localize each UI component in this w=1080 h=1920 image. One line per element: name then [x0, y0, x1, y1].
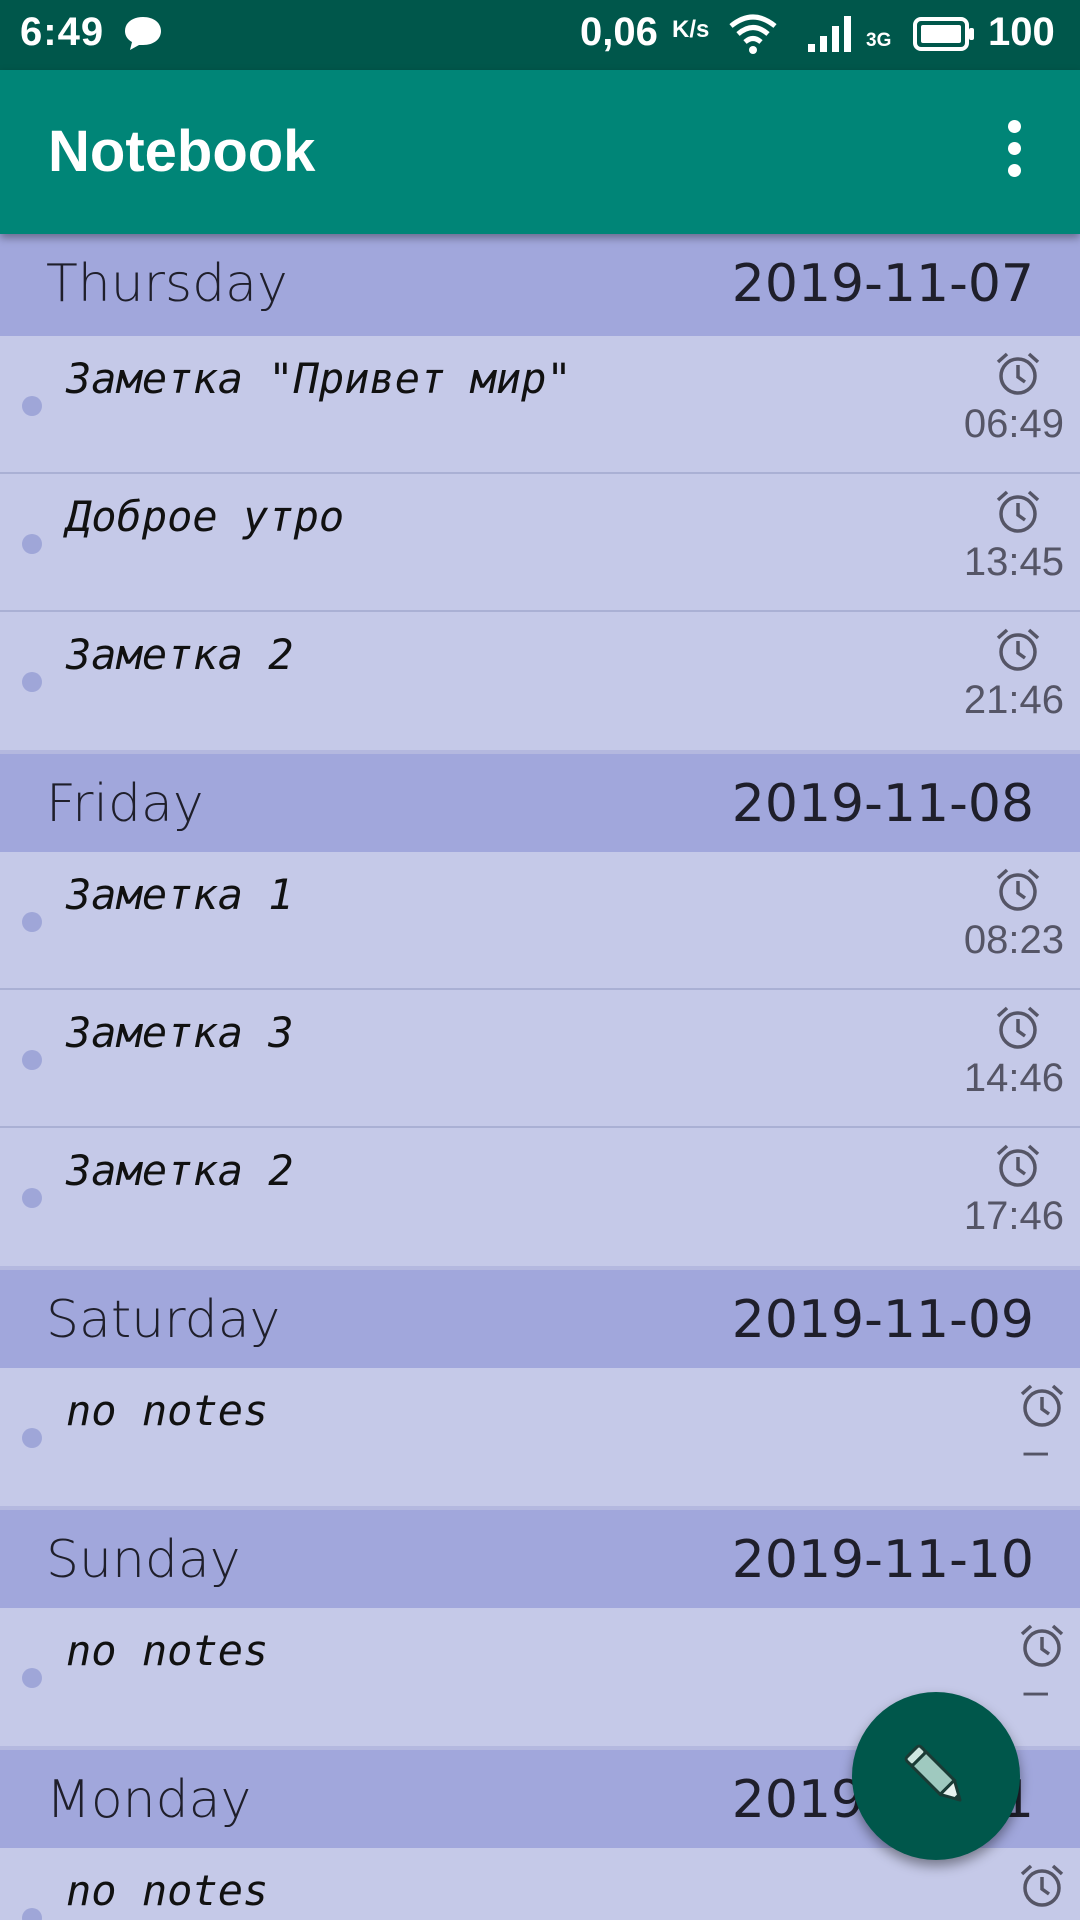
note-item[interactable]: Заметка 3 14:46	[0, 990, 1080, 1128]
note-time: –	[1023, 1426, 1048, 1475]
alarm-clock-icon	[1020, 1864, 1064, 1907]
note-title: Заметка "Привет мир"	[66, 354, 572, 403]
note-time: 21:46	[963, 678, 1064, 722]
day-name: Sunday	[46, 1530, 241, 1590]
overflow-menu-icon[interactable]	[998, 120, 1030, 190]
alarm-clock-icon	[996, 1144, 1040, 1187]
day-date: 2019-11-09	[731, 1290, 1034, 1350]
day-header[interactable]: Thursday 2019-11-07	[0, 234, 1080, 336]
app-title: Notebook	[48, 119, 316, 184]
bullet-icon	[22, 534, 42, 554]
note-item[interactable]: Заметка "Привет мир" 06:49	[0, 336, 1080, 474]
alarm-clock-icon	[996, 1006, 1040, 1049]
note-title: Доброе утро	[66, 492, 345, 541]
status-bar: 6:49 0,06 K/s 3G 100	[0, 0, 1080, 70]
bullet-icon	[22, 396, 42, 416]
note-item[interactable]: Заметка 1 08:23	[0, 852, 1080, 990]
bullet-icon	[22, 672, 42, 692]
note-time: –	[1023, 1666, 1048, 1715]
bullet-icon	[22, 1908, 42, 1920]
signal-icon	[808, 16, 851, 52]
day-header[interactable]: Friday 2019-11-08	[0, 750, 1080, 852]
battery-icon	[913, 17, 974, 51]
note-item[interactable]: Доброе утро 13:45	[0, 474, 1080, 612]
app-bar: Notebook	[0, 70, 1080, 234]
day-name: Friday	[46, 774, 204, 834]
bullet-icon	[22, 1050, 42, 1070]
note-title: no notes	[66, 1866, 269, 1915]
note-time: 08:23	[963, 918, 1064, 962]
note-item[interactable]: no notes –	[0, 1368, 1080, 1506]
note-title: Заметка 2	[66, 630, 294, 679]
note-time: 14:46	[963, 1056, 1064, 1100]
day-header[interactable]: Sunday 2019-11-10	[0, 1506, 1080, 1608]
notes-list[interactable]: Thursday 2019-11-07 Заметка "Привет мир"…	[0, 234, 1080, 1920]
note-title: no notes	[66, 1626, 269, 1675]
note-title: no notes	[66, 1386, 269, 1435]
alarm-clock-icon	[1020, 1384, 1064, 1427]
add-note-button[interactable]	[852, 1692, 1020, 1860]
day-date: 2019-11-07	[731, 254, 1034, 314]
note-item[interactable]: Заметка 2 21:46	[0, 612, 1080, 750]
message-icon	[125, 17, 161, 50]
note-item[interactable]: no notes	[0, 1848, 1080, 1920]
pencil-icon	[904, 1744, 962, 1802]
day-date: 2019-11-08	[731, 774, 1034, 834]
note-time: 13:45	[963, 540, 1064, 584]
day-name: Thursday	[46, 254, 288, 314]
bullet-icon	[22, 1668, 42, 1688]
bullet-icon	[22, 1188, 42, 1208]
alarm-clock-icon	[996, 628, 1040, 671]
bullet-icon	[22, 1428, 42, 1448]
day-date: 2019-11-10	[731, 1530, 1034, 1590]
alarm-clock-icon	[996, 490, 1040, 533]
alarm-clock-icon	[996, 352, 1040, 395]
alarm-clock-icon	[996, 868, 1040, 911]
note-item[interactable]: Заметка 2 17:46	[0, 1128, 1080, 1266]
network-speed-unit: K/s	[672, 16, 710, 43]
status-time: 6:49	[20, 10, 105, 54]
battery-level: 100	[988, 10, 1055, 54]
note-title: Заметка 2	[66, 1146, 294, 1195]
wifi-icon	[729, 14, 777, 54]
note-title: Заметка 1	[66, 870, 294, 919]
day-header[interactable]: Saturday 2019-11-09	[0, 1266, 1080, 1368]
bullet-icon	[22, 912, 42, 932]
network-speed: 0,06	[580, 10, 658, 54]
day-name: Monday	[46, 1770, 252, 1830]
note-title: Заметка 3	[66, 1008, 294, 1057]
note-time: 06:49	[963, 402, 1064, 446]
network-type: 3G	[866, 30, 892, 51]
note-time: 17:46	[963, 1194, 1064, 1238]
day-name: Saturday	[46, 1290, 281, 1350]
alarm-clock-icon	[1020, 1624, 1064, 1667]
